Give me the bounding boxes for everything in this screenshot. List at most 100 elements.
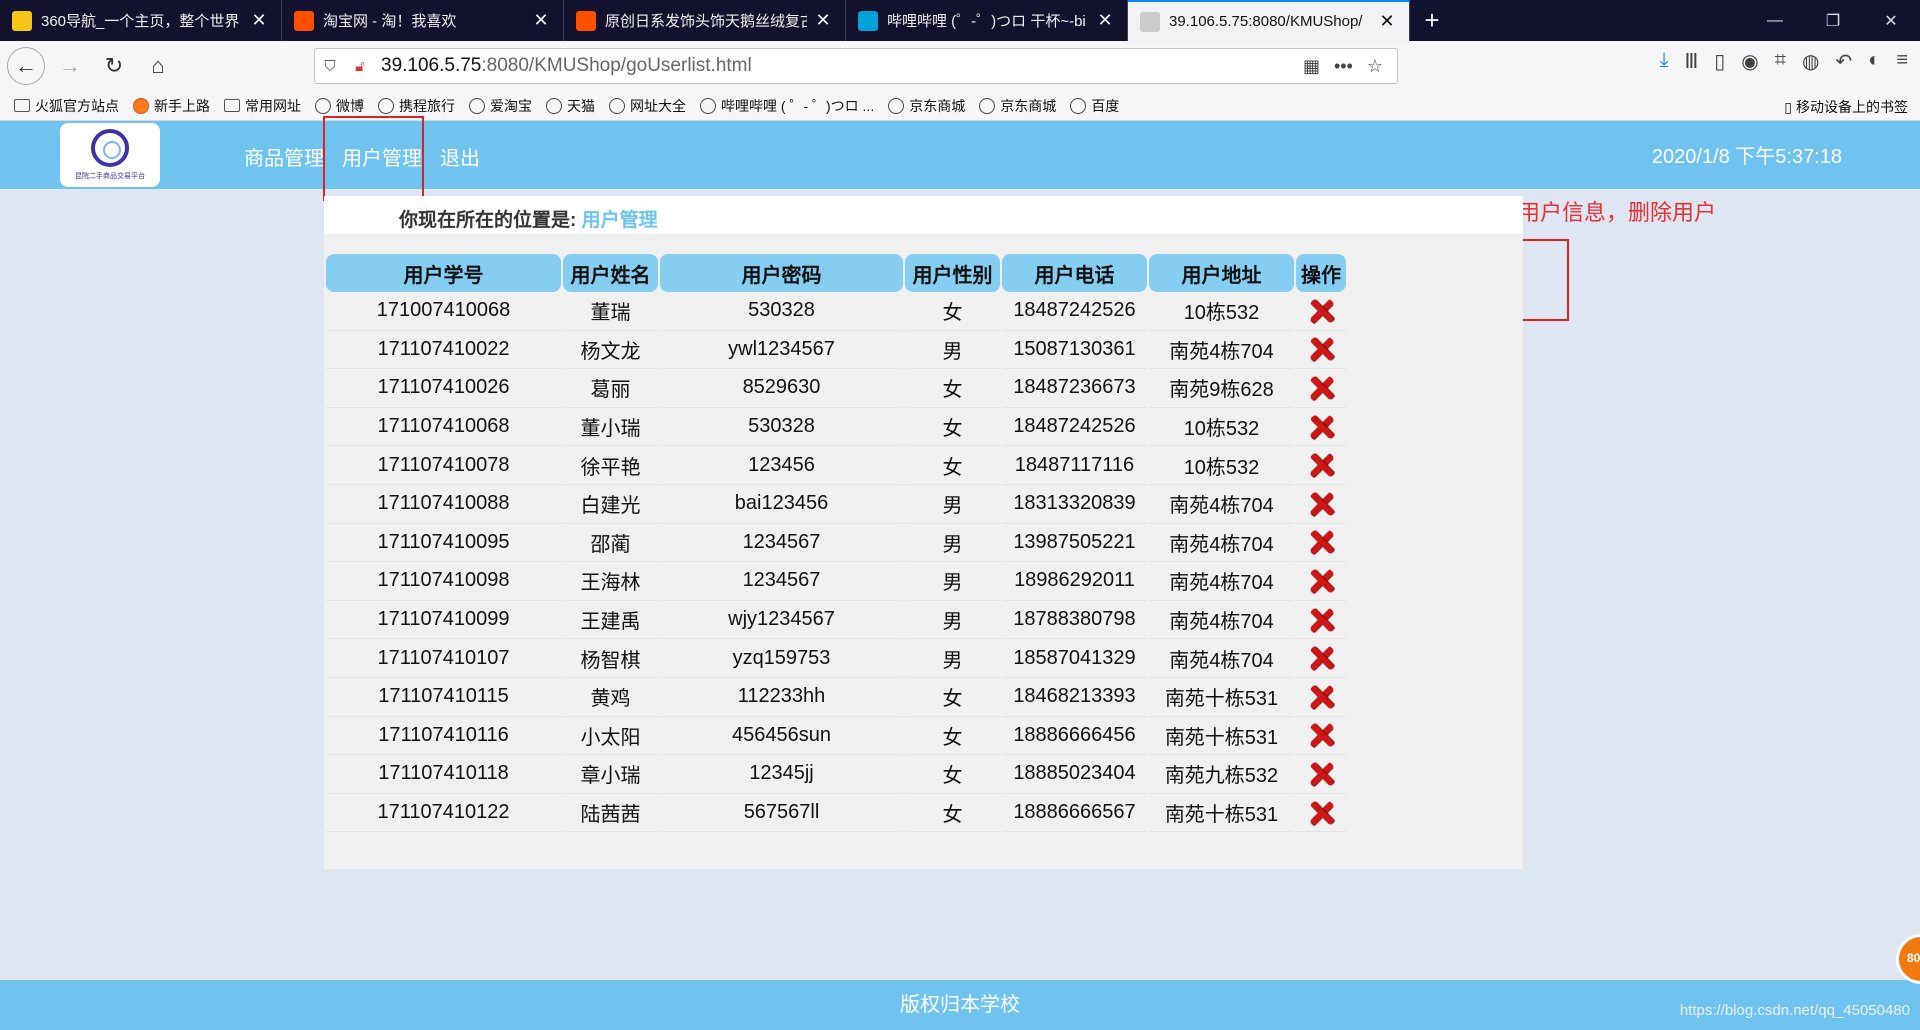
insecure-lock-icon[interactable]: 🔓︎ bbox=[345, 58, 375, 75]
table-cell: 171107410022 bbox=[326, 331, 561, 370]
delete-user-icon[interactable] bbox=[1309, 608, 1333, 632]
sidebar-icon[interactable]: ▯ bbox=[1714, 49, 1725, 74]
delete-user-icon[interactable] bbox=[1309, 337, 1333, 361]
menu-item-logout[interactable]: 退出 bbox=[440, 142, 480, 171]
url-text[interactable]: 39.106.5.75:8080/KMUShop/goUserlist.html bbox=[381, 55, 1303, 77]
back-button[interactable]: ← bbox=[7, 47, 45, 85]
close-tab-icon[interactable]: ✕ bbox=[531, 10, 551, 31]
close-tab-icon[interactable]: ✕ bbox=[1095, 10, 1115, 31]
window-controls: — ❐ ✕ bbox=[1746, 0, 1920, 41]
browser-tab[interactable]: 哔哩哔哩 (゜-゜)つロ 干杯~-bi ✕ bbox=[846, 0, 1128, 41]
table-cell: 王海林 bbox=[563, 562, 658, 601]
delete-user-icon[interactable] bbox=[1309, 415, 1333, 439]
bookmark-item[interactable]: 携程旅行 bbox=[378, 96, 455, 116]
menu-icon[interactable]: ≡ bbox=[1896, 49, 1908, 74]
delete-user-icon[interactable] bbox=[1309, 723, 1333, 747]
bookmark-item[interactable]: 微博 bbox=[315, 96, 364, 116]
table-cell: 18487236673 bbox=[1002, 369, 1147, 408]
table-cell: 南苑4栋704 bbox=[1149, 639, 1294, 678]
mobile-bookmarks[interactable]: ▯ 移动设备上的书签 bbox=[1784, 97, 1908, 117]
delete-user-icon[interactable] bbox=[1309, 453, 1333, 477]
bookmark-star-icon[interactable]: ☆ bbox=[1367, 56, 1383, 77]
delete-user-icon[interactable] bbox=[1309, 376, 1333, 400]
close-window-button[interactable]: ✕ bbox=[1862, 0, 1920, 41]
page-actions-icon[interactable]: ••• bbox=[1334, 56, 1353, 77]
tab-title: 39.106.5.75:8080/KMUShop/ bbox=[1169, 13, 1363, 30]
new-tab-button[interactable]: + bbox=[1410, 0, 1454, 41]
shield-icon[interactable]: ⛉ bbox=[315, 58, 345, 75]
bookmark-item[interactable]: 常用网址 bbox=[224, 96, 301, 116]
table-cell: 女 bbox=[905, 408, 1000, 447]
screenshot-icon[interactable]: ⌗ bbox=[1775, 49, 1786, 74]
floating-badge[interactable]: 80 bbox=[1896, 934, 1920, 984]
delete-user-icon[interactable] bbox=[1309, 492, 1333, 516]
bookmark-item[interactable]: 爱淘宝 bbox=[469, 96, 532, 116]
address-bar[interactable]: ⛉ 🔓︎ 39.106.5.75:8080/KMUShop/goUserlist… bbox=[314, 48, 1398, 84]
table-cell: 南苑九栋532 bbox=[1149, 755, 1294, 794]
close-tab-icon[interactable]: ✕ bbox=[249, 10, 269, 31]
action-cell bbox=[1296, 639, 1346, 678]
delete-user-icon[interactable] bbox=[1309, 646, 1333, 670]
home-button[interactable]: ⌂ bbox=[139, 47, 177, 85]
minimize-button[interactable]: — bbox=[1746, 0, 1804, 41]
globe-icon bbox=[546, 97, 562, 114]
chat-icon[interactable]: ◍ bbox=[1802, 49, 1819, 74]
bookmark-item[interactable]: 火狐官方站点 bbox=[14, 96, 119, 116]
bookmark-label: 京东商城 bbox=[909, 97, 966, 114]
browser-tab[interactable]: 360导航_一个主页，整个世界 ✕ bbox=[0, 0, 282, 41]
delete-user-icon[interactable] bbox=[1309, 569, 1333, 593]
browser-tab[interactable]: 原创日系发饰头饰天鹅丝绒复古 ✕ bbox=[564, 0, 846, 41]
bookmarks-toolbar: 火狐官方站点 新手上路 常用网址 微博 携程旅行 爱淘宝 天猫 网址大全 哔哩哔哩 ( ゜- ゜… bbox=[0, 91, 1920, 121]
table-cell: 杨智棋 bbox=[563, 639, 658, 678]
qr-code-icon[interactable]: ▦ bbox=[1303, 56, 1320, 77]
account-icon[interactable]: ◉ bbox=[1741, 49, 1758, 74]
datetime: 2020/1/8 下午5:37:18 bbox=[1651, 146, 1842, 168]
close-tab-icon[interactable]: ✕ bbox=[1377, 11, 1397, 32]
browser-tab[interactable]: 39.106.5.75:8080/KMUShop/ ✕ bbox=[1128, 0, 1410, 41]
action-cell bbox=[1296, 408, 1346, 447]
action-cell bbox=[1296, 562, 1346, 601]
column-header: 用户学号 bbox=[326, 254, 561, 292]
bookmark-item[interactable]: 新手上路 bbox=[133, 96, 210, 116]
restore-button[interactable]: ❐ bbox=[1804, 0, 1862, 41]
menu-item-goods[interactable]: 商品管理 bbox=[244, 142, 324, 171]
close-tab-icon[interactable]: ✕ bbox=[813, 10, 833, 31]
reload-button[interactable]: ↻ bbox=[95, 47, 133, 85]
bookmark-item[interactable]: 哔哩哔哩 ( ゜- ゜)つロ ... bbox=[700, 96, 874, 116]
table-row: 171107410068 董小瑞 530328 女 18487242526 10栋532 bbox=[326, 408, 1346, 447]
table-row: 171107410122 陆茜茜 567567ll 女 18886666567 南苑十栋5… bbox=[326, 794, 1346, 833]
table-cell: 黄鸡 bbox=[563, 678, 658, 717]
delete-user-icon[interactable] bbox=[1309, 530, 1333, 554]
table-cell: 8529630 bbox=[660, 369, 903, 408]
browser-tab[interactable]: 淘宝网 - 淘！我喜欢 ✕ bbox=[282, 0, 564, 41]
delete-user-icon[interactable] bbox=[1309, 801, 1333, 825]
table-cell: 女 bbox=[905, 369, 1000, 408]
table-cell: 女 bbox=[905, 292, 1000, 331]
bookmark-label: 网址大全 bbox=[630, 97, 686, 114]
download-icon[interactable]: ⤓ bbox=[1660, 49, 1669, 74]
column-header: 用户密码 bbox=[660, 254, 903, 292]
bookmark-item[interactable]: 京东商城 bbox=[979, 96, 1056, 116]
arrow-right-icon: → bbox=[59, 53, 81, 78]
library-icon[interactable]: Ⅲ bbox=[1684, 49, 1698, 74]
bookmark-item[interactable]: 京东商城 bbox=[888, 96, 965, 116]
delete-user-icon[interactable] bbox=[1309, 762, 1333, 786]
action-cell bbox=[1296, 292, 1346, 331]
logo-text: 昆院二手商品交易平台 bbox=[75, 173, 145, 180]
table-cell: 18788380798 bbox=[1002, 601, 1147, 640]
forward-button[interactable]: → bbox=[51, 47, 89, 85]
breadcrumb-current: 用户管理 bbox=[581, 210, 658, 231]
bookmark-item[interactable]: 百度 bbox=[1070, 96, 1119, 116]
highlight-box-users-menu bbox=[323, 116, 424, 201]
page-icon bbox=[1140, 11, 1160, 32]
site-logo[interactable]: 昆院二手商品交易平台 bbox=[60, 123, 160, 187]
undo-icon[interactable]: ↶ bbox=[1835, 49, 1852, 74]
extension-icon[interactable]: ◐ bbox=[1868, 49, 1880, 74]
bookmark-item[interactable]: 网址大全 bbox=[609, 96, 686, 116]
table-cell: 171107410118 bbox=[326, 755, 561, 794]
delete-user-icon[interactable] bbox=[1309, 685, 1333, 709]
table-cell: 171107410095 bbox=[326, 524, 561, 563]
bookmark-item[interactable]: 天猫 bbox=[546, 96, 595, 116]
watermark: https://blog.csdn.net/qq_45050480 bbox=[1679, 1002, 1910, 1019]
delete-user-icon[interactable] bbox=[1309, 299, 1333, 323]
